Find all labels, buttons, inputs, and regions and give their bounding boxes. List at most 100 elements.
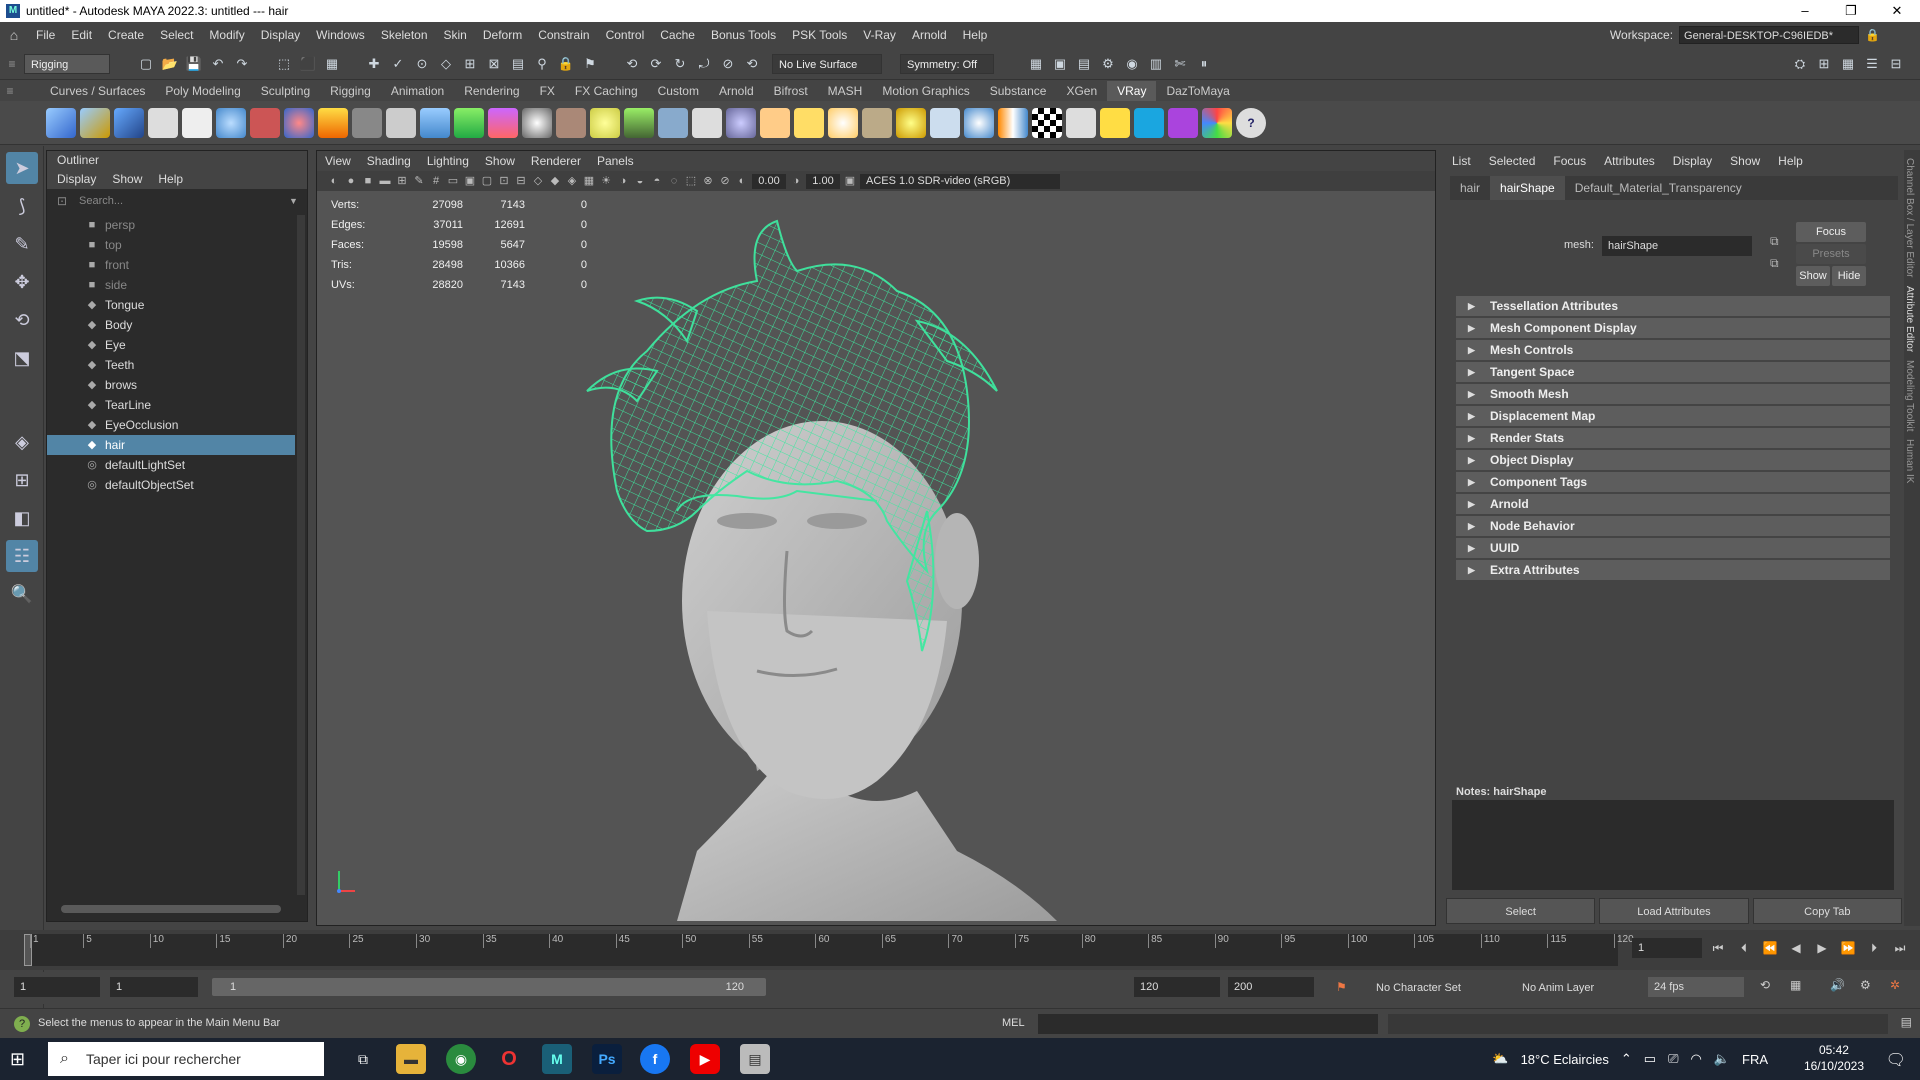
snap-point-icon[interactable]: ⊙ <box>412 54 432 74</box>
input-ops-icon[interactable]: ⟲ <box>622 54 642 74</box>
menu-modify[interactable]: Modify <box>201 28 252 42</box>
animation-start-field[interactable]: 1 <box>14 977 100 997</box>
xray-joints-icon[interactable]: ⊘ <box>718 174 732 188</box>
shelf-tab-motion-graphics[interactable]: Motion Graphics <box>872 81 979 101</box>
outliner-item-body[interactable]: ◆ Body <box>47 315 295 335</box>
vray-doc-icon[interactable] <box>182 107 212 138</box>
history-icon[interactable]: ⊠ <box>484 54 504 74</box>
anim-layer-dropdown[interactable]: No Anim Layer <box>1522 982 1594 994</box>
xray-icon[interactable]: ⟲ <box>742 54 762 74</box>
shadows-icon[interactable]: ◑ <box>616 174 630 188</box>
outliner-item-top[interactable]: ■ top <box>47 235 295 255</box>
shelf-tab-substance[interactable]: Substance <box>980 81 1057 101</box>
motion-blur-icon[interactable]: ◓ <box>650 174 664 188</box>
textured-icon[interactable]: ▦ <box>582 174 596 188</box>
tray-monitor-icon[interactable]: ⎚ <box>1668 1051 1678 1067</box>
select-object-icon[interactable]: ⬛ <box>298 54 318 74</box>
ae-select-button[interactable]: Select <box>1446 898 1596 924</box>
outliner-item-brows[interactable]: ◆ brows <box>47 375 295 395</box>
filter-icon[interactable]: ⊡ <box>51 194 73 208</box>
film-gate-icon[interactable]: ▭ <box>446 174 460 188</box>
range-bar[interactable]: 1 120 <box>212 978 766 996</box>
vray-light-lister-icon[interactable] <box>80 107 110 138</box>
ae-menu-focus[interactable]: Focus <box>1553 150 1586 172</box>
ae-tab-hair[interactable]: hair <box>1450 176 1490 200</box>
exposure-icon[interactable]: ◐ <box>735 174 749 188</box>
outliner-item-side[interactable]: ■ side <box>47 275 295 295</box>
gate-mask-icon[interactable]: ▢ <box>480 174 494 188</box>
menu-display[interactable]: Display <box>253 28 308 42</box>
ae-menu-selected[interactable]: Selected <box>1489 150 1536 172</box>
search-icon[interactable]: 🔍 <box>6 578 38 610</box>
outliner-item-hair[interactable]: ◆ hair <box>47 435 295 455</box>
field-chart-icon[interactable]: ⊡ <box>497 174 511 188</box>
shelf-tab-vray[interactable]: VRay <box>1107 81 1157 101</box>
shelf-tab-sculpting[interactable]: Sculpting <box>251 81 320 101</box>
four-view-layout-icon[interactable]: ⊞ <box>6 464 38 496</box>
menu-create[interactable]: Create <box>100 28 152 42</box>
file-explorer-icon[interactable]: ▬ <box>396 1044 426 1074</box>
vray-frame-icon[interactable]: ▥ <box>1146 54 1166 74</box>
windows-start-icon[interactable]: ⊞ <box>10 1048 34 1070</box>
wireframe-icon[interactable]: ◇ <box>531 174 545 188</box>
volume-icon[interactable]: 🔈 <box>1714 1051 1730 1067</box>
attribute-editor-icon[interactable]: ▦ <box>1838 54 1858 74</box>
notification-icon[interactable]: 🗨 <box>1886 1050 1906 1070</box>
ambient-occlusion-icon[interactable]: ◒ <box>633 174 647 188</box>
step-forward-key-icon[interactable]: ⏩ <box>1838 941 1858 955</box>
modeling-toolkit-icon[interactable]: ⛭ <box>1790 54 1810 74</box>
task-view-icon[interactable]: ⧉ <box>348 1044 378 1074</box>
opera-icon[interactable]: O <box>494 1044 524 1074</box>
outliner-horizontal-scrollbar[interactable] <box>61 905 281 913</box>
vray-lightbulb-icon[interactable] <box>1100 107 1130 138</box>
side-tab-channel-box[interactable]: Channel Box / Layer Editor <box>1904 158 1915 278</box>
grease-pencil-icon[interactable]: ✎ <box>412 174 426 188</box>
gamma-field[interactable]: 1.00 <box>806 173 840 189</box>
undo-icon[interactable]: ↶ <box>208 54 228 74</box>
scale-tool-icon[interactable]: ⬔ <box>6 342 38 374</box>
section-displacement-map[interactable]: ▶ Displacement Map <box>1456 406 1890 426</box>
vray-texture-icon[interactable] <box>556 107 586 138</box>
vray-ies-light-icon[interactable] <box>862 107 892 138</box>
shelf-tab-mash[interactable]: MASH <box>818 81 873 101</box>
section-object-display[interactable]: ▶ Object Display <box>1456 450 1890 470</box>
anim-prefs-icon[interactable]: ⚙ <box>1860 978 1871 992</box>
vray-omni-light-icon[interactable] <box>828 107 858 138</box>
section-render-stats[interactable]: ▶ Render Stats <box>1456 428 1890 448</box>
key-mode-icon[interactable]: ✲ <box>1890 978 1900 992</box>
photoshop-icon[interactable]: Ps <box>592 1044 622 1074</box>
section-tangent-space[interactable]: ▶ Tangent Space <box>1456 362 1890 382</box>
character-set-dropdown[interactable]: No Character Set <box>1376 982 1461 994</box>
outliner-item-eyeocclusion[interactable]: ◆ EyeOcclusion <box>47 415 295 435</box>
shelf-tab-rendering[interactable]: Rendering <box>454 81 529 101</box>
hide-button[interactable]: Hide <box>1832 266 1866 286</box>
vray-asset-editor-icon[interactable] <box>46 107 76 138</box>
layout-icon[interactable]: ⊟ <box>1886 54 1906 74</box>
maya-taskbar-icon[interactable]: M <box>542 1044 572 1074</box>
menu-edit[interactable]: Edit <box>63 28 100 42</box>
ipr-icon[interactable]: ⤾ <box>694 54 714 74</box>
lasso-tool-icon[interactable]: ⟆ <box>6 190 38 222</box>
shelf-tab-fx-caching[interactable]: FX Caching <box>565 81 648 101</box>
play-forwards-icon[interactable]: ▶ <box>1812 941 1832 955</box>
viewport-menu-lighting[interactable]: Lighting <box>427 151 469 171</box>
ae-menu-show[interactable]: Show <box>1730 150 1760 172</box>
vray-proxy-icon[interactable] <box>454 107 484 138</box>
construction-history-icon[interactable]: ↻ <box>670 54 690 74</box>
shelf-menu-icon[interactable]: ≡ <box>0 84 20 98</box>
sculpt-icon[interactable]: ⊘ <box>718 54 738 74</box>
menu-deform[interactable]: Deform <box>475 28 530 42</box>
lock-icon[interactable]: 🔒 <box>1865 28 1880 42</box>
ae-menu-list[interactable]: List <box>1452 150 1471 172</box>
shelf-tab-curves-surfaces[interactable]: Curves / Surfaces <box>40 81 155 101</box>
presets-button[interactable]: Presets <box>1796 244 1866 264</box>
shelf-tab-arnold[interactable]: Arnold <box>709 81 764 101</box>
pause-icon[interactable]: ⏸ <box>1194 54 1214 74</box>
new-scene-icon[interactable]: ▢ <box>136 54 156 74</box>
vray-hair-icon[interactable] <box>692 107 722 138</box>
snap-curve-icon[interactable]: ✓ <box>388 54 408 74</box>
move-tool-icon[interactable]: ✥ <box>6 266 38 298</box>
lock-selection-icon[interactable]: 🔒 <box>556 54 576 74</box>
section-tessellation-attributes[interactable]: ▶ Tessellation Attributes <box>1456 296 1890 316</box>
vray-dome-icon[interactable] <box>590 107 620 138</box>
